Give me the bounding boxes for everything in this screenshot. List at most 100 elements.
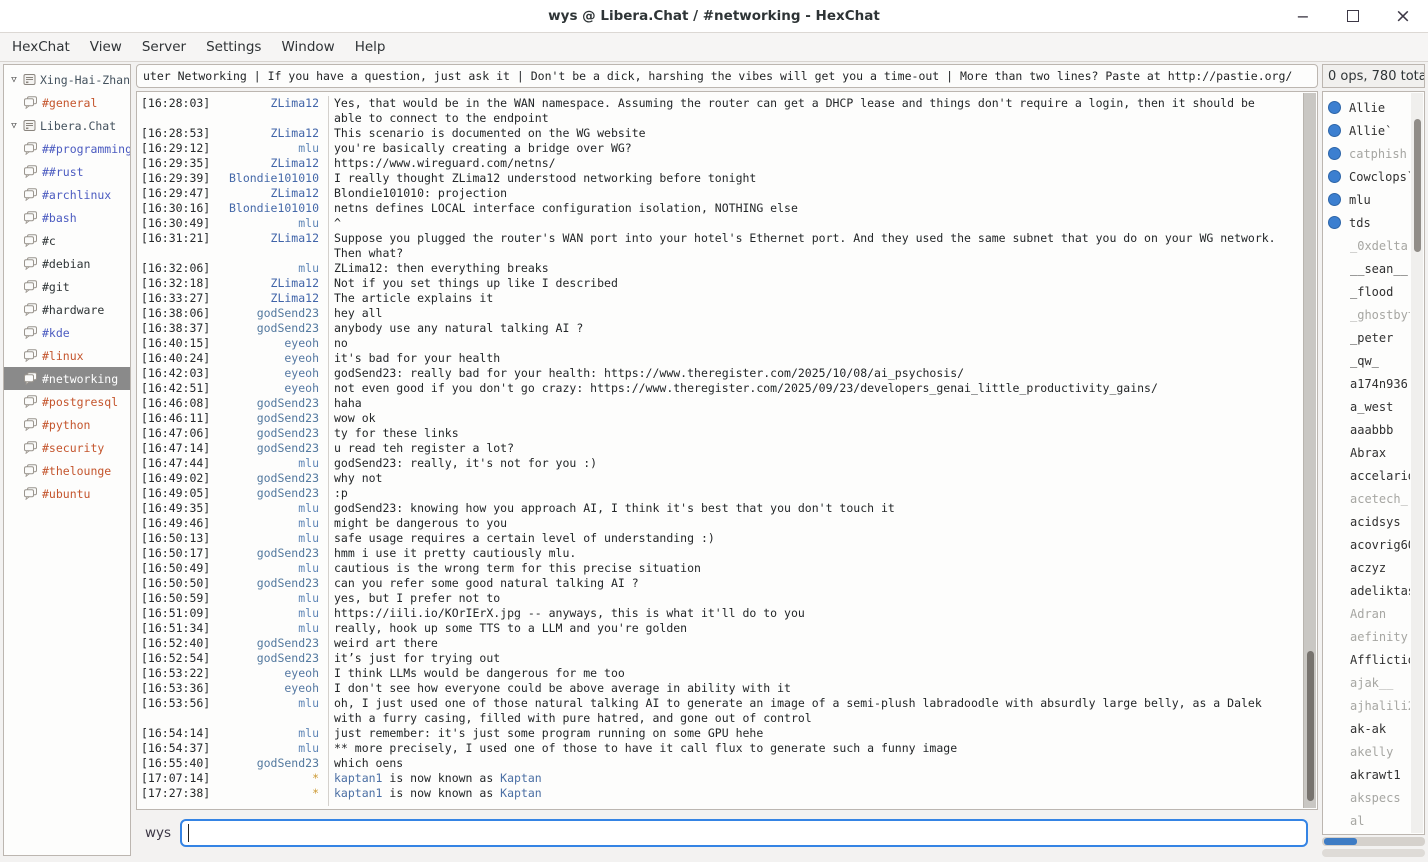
message-text: you're basically creating a bridge over …	[334, 141, 1284, 156]
message-nick: godSend23	[217, 636, 319, 651]
message-timestamp: [16:46:11]	[141, 411, 217, 426]
userlist-item[interactable]: _ghostbyt	[1323, 303, 1410, 326]
userlist-item[interactable]: Abrax	[1323, 441, 1410, 464]
tree-channel--bash[interactable]: #bash	[4, 206, 130, 229]
tree-channel--networking[interactable]: #networking	[4, 367, 130, 390]
message-text: safe usage requires a certain level of u…	[334, 531, 1284, 546]
chat-area[interactable]: [16:28:03]ZLima12Yes, that would be in t…	[136, 91, 1318, 810]
menu-hexchat[interactable]: HexChat	[2, 35, 80, 59]
tree-channel--hardware[interactable]: #hardware	[4, 298, 130, 321]
userlist-item[interactable]: akrawt1	[1323, 763, 1410, 786]
userlist-item[interactable]: Adran	[1323, 602, 1410, 625]
userlist-item[interactable]: Cowclops`	[1323, 165, 1410, 188]
tree-channel--security[interactable]: #security	[4, 436, 130, 459]
user-nick: _qw_	[1350, 354, 1379, 368]
message-timestamp: [16:55:40]	[141, 756, 217, 771]
userlist-item[interactable]: tds	[1323, 211, 1410, 234]
tree-channel--general[interactable]: #general	[4, 91, 130, 114]
bottom-hscrollbar-track[interactable]	[1322, 849, 1425, 857]
channel-icon	[23, 142, 38, 155]
menu-help[interactable]: Help	[345, 35, 396, 59]
userlist-scrollbar[interactable]	[1411, 93, 1423, 833]
chat-message-row: [16:51:34]mlureally, hook up some TTS to…	[141, 621, 1299, 636]
topic-entry[interactable]	[136, 64, 1318, 88]
tree-label: ##rust	[42, 165, 84, 179]
userlist-item[interactable]: aczyz	[1323, 556, 1410, 579]
userlist-item[interactable]: acetech_	[1323, 487, 1410, 510]
tree-channel--python[interactable]: #python	[4, 413, 130, 436]
channel-icon	[23, 303, 38, 316]
message-input[interactable]	[180, 819, 1308, 847]
tree-channel--kde[interactable]: #kde	[4, 321, 130, 344]
userlist-scrollbar-thumb[interactable]	[1414, 119, 1421, 252]
expander-icon[interactable]: ▽	[7, 121, 21, 131]
chat-message-row: [16:52:54]godSend23it’s just for trying …	[141, 651, 1299, 666]
minimize-button[interactable]: −	[1294, 7, 1312, 26]
tree-channel--programming[interactable]: ##programming	[4, 137, 130, 160]
message-text: The article explains it	[334, 291, 1284, 306]
userlist-item[interactable]: catphish	[1323, 142, 1410, 165]
userlist-item[interactable]: aefinity	[1323, 625, 1410, 648]
maximize-button[interactable]	[1347, 10, 1359, 22]
chat-message-row: [16:30:16]Blondie101010netns defines LOC…	[141, 201, 1299, 216]
tree-channel--archlinux[interactable]: #archlinux	[4, 183, 130, 206]
userlist-item[interactable]: accelario	[1323, 464, 1410, 487]
tree-server-xing-hai-zhang[interactable]: ▽Xing-Hai-Zhang	[4, 68, 130, 91]
userlist-item[interactable]: Allie	[1323, 96, 1410, 119]
tree-channel--rust[interactable]: ##rust	[4, 160, 130, 183]
menu-server[interactable]: Server	[132, 35, 196, 59]
close-button[interactable]: ×	[1394, 5, 1412, 27]
chat-scrollbar-thumb[interactable]	[1307, 651, 1314, 801]
userlist-hscrollbar[interactable]	[1322, 837, 1425, 846]
userlist-item[interactable]: Allie`	[1323, 119, 1410, 142]
userlist-item[interactable]: ak-ak	[1323, 717, 1410, 740]
userlist-item[interactable]: _peter	[1323, 326, 1410, 349]
chat-scrollbar[interactable]	[1303, 93, 1316, 808]
userlist-item[interactable]: aaabbb	[1323, 418, 1410, 441]
tree-server-libera-chat[interactable]: ▽Libera.Chat	[4, 114, 130, 137]
userlist-item[interactable]: __sean__	[1323, 257, 1410, 280]
userlist-item[interactable]: _flood	[1323, 280, 1410, 303]
menubar: HexChatViewServerSettingsWindowHelp	[0, 33, 1428, 62]
userlist-item[interactable]: Afflictio	[1323, 648, 1410, 671]
voice-icon	[1328, 170, 1341, 183]
tree-channel--git[interactable]: #git	[4, 275, 130, 298]
userlist-item[interactable]: _qw_	[1323, 349, 1410, 372]
userlist-item[interactable]: akspecs	[1323, 786, 1410, 809]
userlist-item[interactable]: ajhalili2	[1323, 694, 1410, 717]
userlist-item[interactable]: _0xdelta	[1323, 234, 1410, 257]
tree-channel--debian[interactable]: #debian	[4, 252, 130, 275]
expander-icon[interactable]: ▽	[7, 75, 21, 85]
message-nick: godSend23	[217, 321, 319, 336]
menu-view[interactable]: View	[80, 35, 132, 59]
message-text: godSend23: knowing how you approach AI, …	[334, 501, 1284, 516]
channel-icon	[23, 96, 38, 109]
voice-icon	[1328, 147, 1341, 160]
userlist-item[interactable]: acidsys	[1323, 510, 1410, 533]
tree-channel--c[interactable]: #c	[4, 229, 130, 252]
tree-label: #git	[42, 280, 70, 294]
tree-channel--linux[interactable]: #linux	[4, 344, 130, 367]
userlist-item[interactable]: acovrig60	[1323, 533, 1410, 556]
tree-channel--postgresql[interactable]: #postgresql	[4, 390, 130, 413]
userlist-hscrollbar-thumb[interactable]	[1324, 838, 1357, 845]
userlist-item[interactable]: a_west	[1323, 395, 1410, 418]
menu-window[interactable]: Window	[271, 35, 344, 59]
userlist-item[interactable]: ajak__	[1323, 671, 1410, 694]
chat-message-row: [16:55:40]godSend23which oens	[141, 756, 1299, 771]
menu-settings[interactable]: Settings	[196, 35, 271, 59]
chat-message-row: [16:38:37]godSend23anybody use any natur…	[141, 321, 1299, 336]
message-timestamp: [16:33:27]	[141, 291, 217, 306]
message-text: ** more precisely, I used one of those t…	[334, 741, 1284, 756]
userlist-item[interactable]: akelly	[1323, 740, 1410, 763]
userlist-item[interactable]: al	[1323, 809, 1410, 832]
tree-channel--ubuntu[interactable]: #ubuntu	[4, 482, 130, 505]
userlist-item[interactable]: adeliktas	[1323, 579, 1410, 602]
userlist-item[interactable]: mlu	[1323, 188, 1410, 211]
message-timestamp: [16:38:37]	[141, 321, 217, 336]
chat-message-row: [17:07:14]*kaptan1 is now known as Kapta…	[141, 771, 1299, 786]
message-nick: godSend23	[217, 756, 319, 771]
user-nick: mlu	[1349, 193, 1371, 207]
userlist-item[interactable]: a174n936	[1323, 372, 1410, 395]
tree-channel--thelounge[interactable]: #thelounge	[4, 459, 130, 482]
